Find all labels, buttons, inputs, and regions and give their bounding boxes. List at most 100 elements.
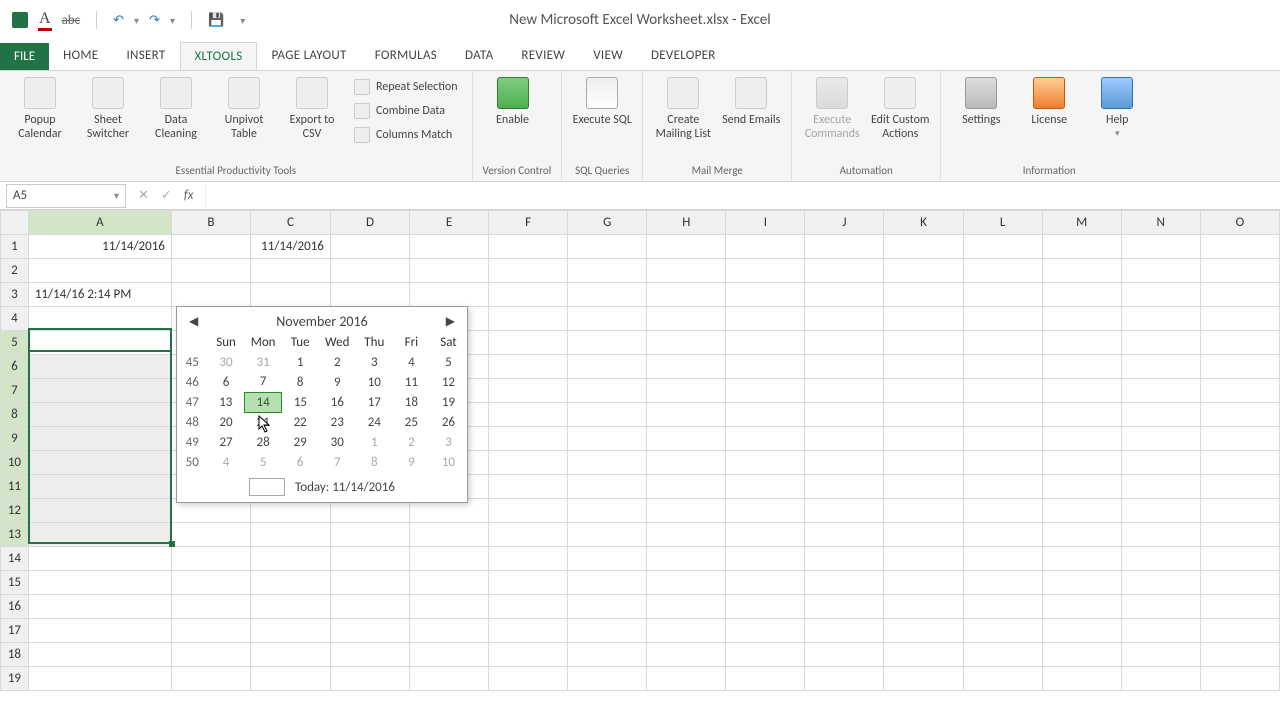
cell-G7[interactable] [568,379,647,403]
cell-G3[interactable] [568,283,647,307]
formula-enter-icon[interactable]: ✓ [161,188,172,203]
help-button[interactable]: Help▾ [1087,75,1147,141]
calendar-day[interactable]: 19 [430,392,467,412]
cell-F15[interactable] [489,571,568,595]
cell-C19[interactable] [250,667,330,691]
cell-O13[interactable] [1200,523,1279,547]
cell-I10[interactable] [726,451,805,475]
font-color-button[interactable]: A [38,10,52,31]
tab-home[interactable]: HOME [49,42,112,70]
cell-F19[interactable] [489,667,568,691]
column-header-I[interactable]: I [726,211,805,235]
tab-view[interactable]: VIEW [579,42,637,70]
cell-B16[interactable] [171,595,250,619]
calendar-day[interactable]: 4 [208,452,245,472]
cell-M13[interactable] [1042,523,1121,547]
cell-A3[interactable]: 11/14/16 2:14 PM [28,283,171,307]
cell-O4[interactable] [1200,307,1279,331]
cell-O5[interactable] [1200,331,1279,355]
calendar-day[interactable]: 20 [208,412,245,432]
cell-A2[interactable] [28,259,171,283]
cell-B14[interactable] [171,547,250,571]
row-header-12[interactable]: 12 [1,499,29,523]
cell-O18[interactable] [1200,643,1279,667]
cell-J18[interactable] [805,643,884,667]
calendar-day[interactable]: 12 [430,372,467,392]
row-header-19[interactable]: 19 [1,667,29,691]
cell-M3[interactable] [1042,283,1121,307]
cell-I19[interactable] [726,667,805,691]
cell-G1[interactable] [568,235,647,259]
cell-F14[interactable] [489,547,568,571]
unpivot-table-button[interactable]: Unpivot Table [214,75,274,141]
select-all-corner[interactable] [1,211,29,235]
cell-H1[interactable] [647,235,726,259]
data-cleaning-button[interactable]: Data Cleaning [146,75,206,141]
calendar-day[interactable]: 6 [282,452,319,472]
cell-O12[interactable] [1200,499,1279,523]
cell-K8[interactable] [884,403,963,427]
cell-L12[interactable] [963,499,1042,523]
row-header-15[interactable]: 15 [1,571,29,595]
cell-H9[interactable] [647,427,726,451]
cell-N15[interactable] [1121,571,1200,595]
cell-F17[interactable] [489,619,568,643]
cell-J14[interactable] [805,547,884,571]
cell-F13[interactable] [489,523,568,547]
calendar-day[interactable]: 11 [393,372,430,392]
cell-B17[interactable] [171,619,250,643]
cell-F7[interactable] [489,379,568,403]
tab-page-layout[interactable]: PAGE LAYOUT [257,42,360,70]
cell-C17[interactable] [250,619,330,643]
cell-K10[interactable] [884,451,963,475]
row-header-17[interactable]: 17 [1,619,29,643]
cell-G2[interactable] [568,259,647,283]
undo-dropdown[interactable]: ▾ [134,14,139,27]
column-header-E[interactable]: E [409,211,488,235]
cell-G15[interactable] [568,571,647,595]
cell-H17[interactable] [647,619,726,643]
calendar-title[interactable]: November 2016 [276,313,367,330]
cell-J2[interactable] [805,259,884,283]
column-header-K[interactable]: K [884,211,963,235]
cell-N14[interactable] [1121,547,1200,571]
cell-I13[interactable] [726,523,805,547]
cell-N3[interactable] [1121,283,1200,307]
cell-J6[interactable] [805,355,884,379]
cell-L15[interactable] [963,571,1042,595]
calendar-prev-month[interactable]: ◀ [185,314,202,329]
cell-E17[interactable] [409,619,488,643]
cell-F12[interactable] [489,499,568,523]
cell-M18[interactable] [1042,643,1121,667]
save-icon[interactable]: 💾 [208,13,224,28]
cell-K15[interactable] [884,571,963,595]
cell-O16[interactable] [1200,595,1279,619]
cell-C15[interactable] [250,571,330,595]
cell-A17[interactable] [28,619,171,643]
cell-N9[interactable] [1121,427,1200,451]
calendar-day[interactable]: 21 [245,412,282,432]
cell-I18[interactable] [726,643,805,667]
row-header-4[interactable]: 4 [1,307,29,331]
cell-K16[interactable] [884,595,963,619]
cell-K9[interactable] [884,427,963,451]
cell-F18[interactable] [489,643,568,667]
columns-match-button[interactable]: Columns Match [350,125,462,145]
calendar-day[interactable]: 3 [356,352,393,372]
cell-J12[interactable] [805,499,884,523]
edit-custom-actions-button[interactable]: Edit Custom Actions [870,75,930,141]
cell-G4[interactable] [568,307,647,331]
name-box[interactable]: A5▾ [6,184,126,208]
cell-M7[interactable] [1042,379,1121,403]
cell-O6[interactable] [1200,355,1279,379]
cell-A16[interactable] [28,595,171,619]
calendar-day[interactable]: 9 [319,372,356,392]
cell-M11[interactable] [1042,475,1121,499]
cell-L5[interactable] [963,331,1042,355]
column-header-G[interactable]: G [568,211,647,235]
cell-M9[interactable] [1042,427,1121,451]
sheet-switcher-button[interactable]: Sheet Switcher [78,75,138,141]
cell-L4[interactable] [963,307,1042,331]
cell-M8[interactable] [1042,403,1121,427]
cell-D2[interactable] [330,259,409,283]
